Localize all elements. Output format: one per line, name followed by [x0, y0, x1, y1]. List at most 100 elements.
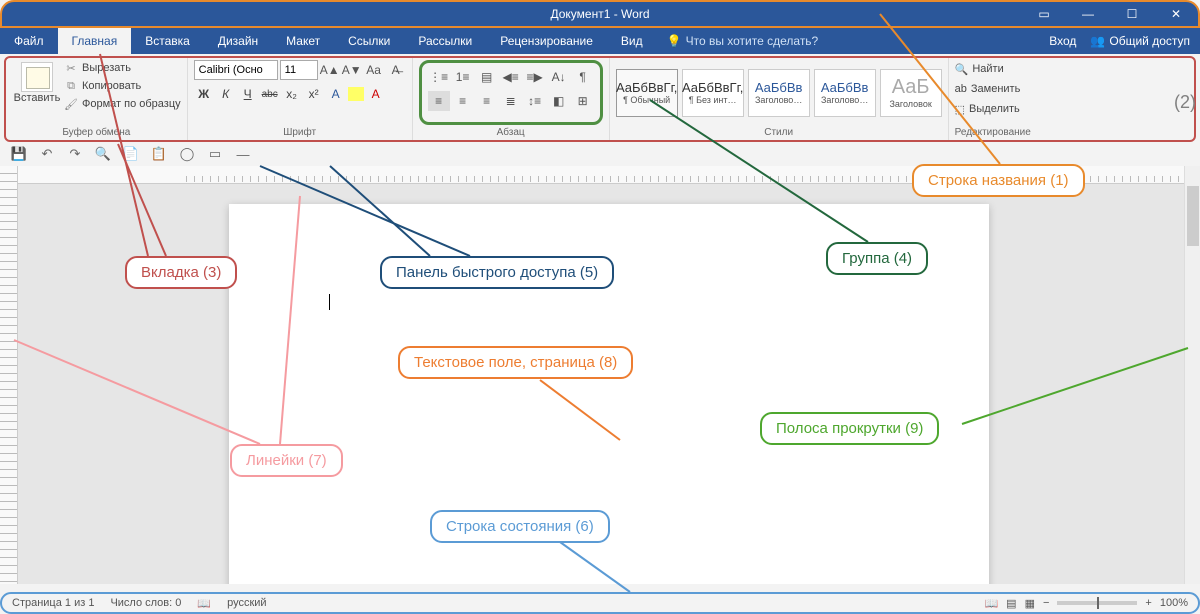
style-name: ¶ Без инт… — [689, 95, 737, 105]
underline-button[interactable]: Ч — [238, 84, 258, 104]
numbering-icon[interactable]: 1≡ — [452, 67, 474, 87]
callout-rulers: Линейки (7) — [230, 444, 343, 477]
save-icon[interactable]: 💾 — [8, 144, 30, 164]
clear-format-icon[interactable]: A̶ — [386, 60, 406, 80]
copy-icon: ⧉ — [64, 79, 78, 93]
align-center-icon[interactable]: ≡ — [452, 91, 474, 111]
signin-link[interactable]: Вход — [1049, 34, 1076, 48]
style-title[interactable]: АаБЗаголовок — [880, 69, 942, 117]
language-indicator[interactable]: русский — [227, 597, 266, 609]
qat-icon-1[interactable]: 🔍 — [92, 144, 114, 164]
shading-icon[interactable]: ◧ — [548, 91, 570, 111]
strike-button[interactable]: abc — [260, 84, 280, 104]
callout-tab: Вкладка (3) — [125, 256, 237, 289]
group-paragraph-label: Абзац — [419, 125, 603, 140]
share-button[interactable]: 👥 Общий доступ — [1090, 34, 1190, 48]
shrink-font-icon[interactable]: A▼ — [342, 60, 362, 80]
justify-icon[interactable]: ≣ — [500, 91, 522, 111]
cut-button[interactable]: ✂Вырезать — [64, 60, 181, 76]
qat-icon-4[interactable]: ◯ — [176, 144, 198, 164]
align-right-icon[interactable]: ≡ — [476, 91, 498, 111]
tab-design[interactable]: Дизайн — [204, 28, 272, 54]
view-web-icon[interactable]: ▦ — [1025, 597, 1035, 610]
format-painter-label: Формат по образцу — [82, 98, 181, 110]
tab-layout[interactable]: Макет — [272, 28, 334, 54]
tab-insert[interactable]: Вставка — [131, 28, 204, 54]
ribbon-annotation: (2) — [1174, 92, 1196, 113]
tab-references[interactable]: Ссылки — [334, 28, 404, 54]
tab-view[interactable]: Вид — [607, 28, 657, 54]
tell-me[interactable]: 💡 Что вы хотите сделать? — [657, 28, 829, 54]
zoom-out-icon[interactable]: − — [1043, 597, 1049, 609]
tab-mailings[interactable]: Рассылки — [404, 28, 486, 54]
style-nospacing[interactable]: АаБбВвГг,¶ Без инт… — [682, 69, 744, 117]
multilevel-icon[interactable]: ▤ — [476, 67, 498, 87]
bullets-icon[interactable]: ⋮≡ — [428, 67, 450, 87]
zoom-slider[interactable] — [1057, 601, 1137, 605]
redo-icon[interactable]: ↷ — [64, 144, 86, 164]
style-normal[interactable]: АаБбВвГг,¶ Обычный — [616, 69, 678, 117]
zoom-level[interactable]: 100% — [1160, 597, 1188, 609]
increase-indent-icon[interactable]: ≡▶ — [524, 67, 546, 87]
change-case-icon[interactable]: Aa — [364, 60, 384, 80]
brush-icon: 🖌 — [64, 97, 78, 111]
scrollbar-thumb[interactable] — [1187, 186, 1199, 246]
text-cursor — [329, 294, 330, 310]
tab-review[interactable]: Рецензирование — [486, 28, 607, 54]
tab-file[interactable]: Файл — [0, 28, 58, 54]
copy-button[interactable]: ⧉ Копировать — [64, 78, 181, 94]
format-painter-button[interactable]: 🖌 Формат по образцу — [64, 96, 181, 112]
paste-button[interactable]: Вставить — [12, 60, 62, 125]
highlight-icon[interactable] — [348, 87, 364, 101]
line-spacing-icon[interactable]: ↕≡ — [524, 91, 546, 111]
proofing-icon[interactable]: 📖 — [197, 597, 211, 610]
font-color-icon[interactable]: A — [366, 84, 386, 104]
group-editing: 🔍Найти abЗаменить ⬚Выделить Редактирован… — [949, 58, 1037, 140]
vertical-scrollbar[interactable] — [1184, 166, 1200, 584]
close-icon[interactable]: ✕ — [1154, 2, 1198, 26]
find-button[interactable]: 🔍Найти — [955, 60, 1031, 78]
group-styles: АаБбВвГг,¶ Обычный АаБбВвГг,¶ Без инт… А… — [610, 58, 949, 140]
superscript-button[interactable]: x² — [304, 84, 324, 104]
view-print-icon[interactable]: ▤ — [1006, 597, 1016, 610]
style-heading1[interactable]: АаБбВвЗаголово… — [748, 69, 810, 117]
bold-button[interactable]: Ж — [194, 84, 214, 104]
page-indicator[interactable]: Страница 1 из 1 — [12, 597, 94, 609]
copy-label: Копировать — [82, 80, 141, 92]
replace-button[interactable]: abЗаменить — [955, 80, 1031, 98]
zoom-in-icon[interactable]: + — [1145, 597, 1151, 609]
align-left-icon[interactable]: ≡ — [428, 91, 450, 111]
ribbon-display-icon[interactable]: ▭ — [1022, 2, 1066, 26]
style-sample: АаБбВв — [755, 80, 803, 95]
word-count[interactable]: Число слов: 0 — [110, 597, 181, 609]
borders-icon[interactable]: ⊞ — [572, 91, 594, 111]
sort-icon[interactable]: A↓ — [548, 67, 570, 87]
callout-group: Группа (4) — [826, 242, 928, 275]
qat-icon-3[interactable]: 📋 — [148, 144, 170, 164]
undo-icon[interactable]: ↶ — [36, 144, 58, 164]
callout-title: Строка названия (1) — [912, 164, 1085, 197]
style-heading2[interactable]: АаБбВвЗаголово… — [814, 69, 876, 117]
paste-label: Вставить — [14, 92, 61, 104]
decrease-indent-icon[interactable]: ◀≡ — [500, 67, 522, 87]
ribbon: Вставить ✂Вырезать ⧉ Копировать 🖌 Формат п… — [4, 56, 1196, 142]
group-font: Calibri (Осно 11 A▲ A▼ Aa A̶ Ж К Ч abc x… — [188, 58, 413, 140]
italic-button[interactable]: К — [216, 84, 236, 104]
minimize-icon[interactable]: — — [1066, 2, 1110, 26]
grow-font-icon[interactable]: A▲ — [320, 60, 340, 80]
qat-icon-6[interactable]: — — [232, 144, 254, 164]
scissors-icon: ✂ — [64, 61, 78, 75]
vertical-ruler[interactable] — [0, 166, 18, 584]
qat-icon-2[interactable]: 📄 — [120, 144, 142, 164]
font-size-input[interactable]: 11 — [280, 60, 318, 80]
font-name-input[interactable]: Calibri (Осно — [194, 60, 278, 80]
maximize-icon[interactable]: ☐ — [1110, 2, 1154, 26]
qat-icon-5[interactable]: ▭ — [204, 144, 226, 164]
select-button[interactable]: ⬚Выделить — [955, 100, 1031, 118]
tab-home[interactable]: Главная — [58, 28, 132, 54]
show-marks-icon[interactable]: ¶ — [572, 67, 594, 87]
text-effects-icon[interactable]: A — [326, 84, 346, 104]
group-clipboard: Вставить ✂Вырезать ⧉ Копировать 🖌 Формат п… — [6, 58, 188, 140]
subscript-button[interactable]: x₂ — [282, 84, 302, 104]
view-read-icon[interactable]: 📖 — [984, 597, 998, 610]
